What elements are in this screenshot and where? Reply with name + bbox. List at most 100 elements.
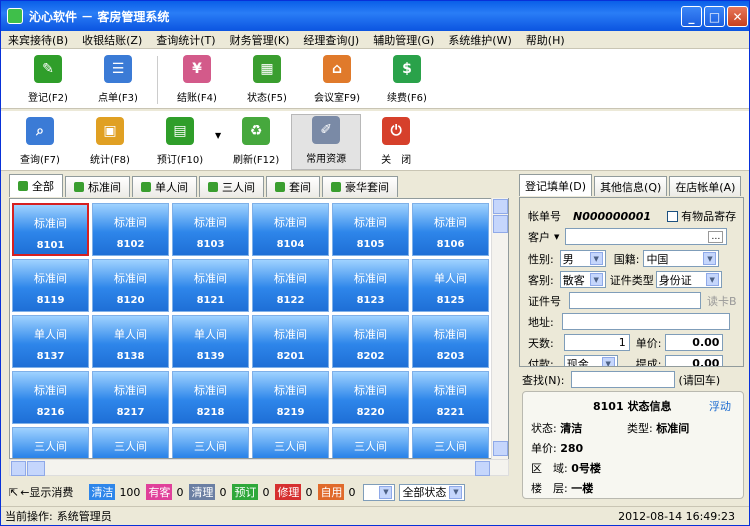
room-tile[interactable]: 标准间 8105 — [332, 203, 409, 256]
status-filter-select[interactable]: 全部状态 ▼ — [399, 483, 466, 501]
gender-select[interactable]: 男 ▼ — [559, 250, 606, 267]
id-type-select[interactable]: 身份证 ▼ — [655, 271, 722, 288]
status-button[interactable]: ▦ 状态(F5) — [232, 52, 302, 108]
scroll-up-arrow[interactable] — [493, 199, 508, 214]
menu-system[interactable]: 系统维护(W) — [441, 32, 518, 48]
room-tile[interactable]: 标准间 8119 — [12, 259, 89, 312]
tab-all[interactable]: 全部 — [9, 174, 63, 197]
renew-button[interactable]: $ 续费(F6) — [372, 52, 442, 108]
menu-query-stats[interactable]: 查询统计(T) — [149, 32, 222, 48]
menu-help[interactable]: 帮助(H) — [519, 32, 572, 48]
minimize-button[interactable]: _ — [681, 6, 702, 27]
nation-select[interactable]: 中国 ▼ — [643, 250, 720, 267]
room-tile[interactable]: 标准间 8123 — [332, 259, 409, 312]
room-tile[interactable]: 三人间 — [12, 427, 89, 458]
read-card-button[interactable]: 读卡B — [707, 293, 737, 309]
hscroll-thumb[interactable] — [27, 461, 45, 476]
room-tile[interactable]: 三人间 — [172, 427, 249, 458]
info-float-link[interactable]: 浮动 — [709, 398, 731, 414]
checkout-button[interactable]: ¥ 结账(F4) — [162, 52, 232, 108]
scroll-right-arrow[interactable] — [475, 461, 490, 476]
room-tile[interactable]: 标准间 8101 — [12, 203, 89, 256]
room-grid-hscroll[interactable] — [9, 459, 509, 476]
scroll-down-arrow[interactable] — [493, 441, 508, 456]
tab-deluxe-suite[interactable]: 豪华套间 — [322, 176, 398, 197]
room-tile[interactable]: 标准间 8220 — [332, 371, 409, 424]
scroll-thumb[interactable] — [493, 215, 508, 233]
legend-repair[interactable]: 修理 — [275, 484, 302, 500]
refresh-button[interactable]: ♻ 刷新(F12) — [221, 114, 291, 170]
query-button[interactable]: ⌕ 查询(F7) — [5, 114, 75, 170]
scroll-left-arrow[interactable] — [11, 461, 26, 476]
tab-other-info[interactable]: 其他信息(Q) — [594, 176, 668, 196]
room-tile[interactable]: 标准间 8201 — [252, 315, 329, 368]
room-tile[interactable]: 单人间 8125 — [412, 259, 489, 312]
expand-icon[interactable]: ⇱ — [9, 486, 18, 499]
room-tile[interactable]: 标准间 8122 — [252, 259, 329, 312]
menu-aux[interactable]: 辅助管理(G) — [366, 32, 441, 48]
room-tile[interactable]: 单人间 8138 — [92, 315, 169, 368]
customer-input[interactable]: … — [565, 228, 728, 245]
room-tile[interactable]: 单人间 8137 — [12, 315, 89, 368]
legend-clean[interactable]: 清洁 — [89, 484, 116, 500]
menu-manager-query[interactable]: 经理查询(J) — [296, 32, 366, 48]
address-input[interactable] — [561, 313, 730, 330]
legend-select[interactable]: ▼ — [363, 483, 396, 501]
menu-reception[interactable]: 来宾接待(B) — [1, 32, 75, 48]
show-consume-link[interactable]: ←显示消费 — [20, 484, 73, 500]
days-stepper[interactable]: 1 — [563, 334, 630, 351]
legend-repair-count: 0 — [305, 485, 313, 499]
room-tile[interactable]: 标准间 8202 — [332, 315, 409, 368]
tab-triple[interactable]: 三人间 — [199, 176, 264, 197]
room-tile[interactable]: 标准间 8203 — [412, 315, 489, 368]
legend-reserved[interactable]: 预订 — [232, 484, 259, 500]
room-tile[interactable]: 标准间 8216 — [12, 371, 89, 424]
resources-button[interactable]: ✐ 常用资源 — [291, 114, 362, 170]
maximize-button[interactable]: □ — [704, 6, 725, 27]
room-tile[interactable]: 标准间 8219 — [252, 371, 329, 424]
room-tile[interactable]: 三人间 — [92, 427, 169, 458]
legend-self-use[interactable]: 自用 — [318, 484, 345, 500]
room-tile[interactable]: 标准间 8121 — [172, 259, 249, 312]
deposit-checkbox[interactable] — [667, 210, 679, 222]
guest-type-select[interactable]: 散客 ▼ — [559, 271, 606, 288]
id-number-input[interactable] — [569, 292, 701, 309]
tab-suite[interactable]: 套间 — [266, 176, 320, 197]
statistics-button[interactable]: ▣ 统计(F8) — [75, 114, 145, 170]
room-tile[interactable]: 标准间 8217 — [92, 371, 169, 424]
menu-finance[interactable]: 财务管理(K) — [223, 32, 297, 48]
legend-occupied[interactable]: 有客 — [146, 484, 173, 500]
room-tile[interactable]: 三人间 — [332, 427, 409, 458]
room-tile[interactable]: 标准间 8104 — [252, 203, 329, 256]
room-tile[interactable]: 三人间 — [412, 427, 489, 458]
price-input[interactable]: 0.00 — [665, 334, 724, 351]
order-button[interactable]: ☰ 点单(F3) — [83, 52, 153, 108]
tab-single[interactable]: 单人间 — [132, 176, 197, 197]
room-tile[interactable]: 标准间 8103 — [172, 203, 249, 256]
more-icon[interactable]: … — [708, 230, 724, 243]
menu-cashier[interactable]: 收银结账(Z) — [75, 32, 149, 48]
legend-cleaning[interactable]: 清理 — [189, 484, 216, 500]
commission-input[interactable]: 0.00 — [665, 355, 724, 366]
reserve-button[interactable]: ▤ 预订(F10) — [145, 114, 215, 170]
room-tile[interactable]: 标准间 8221 — [412, 371, 489, 424]
refresh-icon: ♻ — [242, 117, 271, 145]
room-tile[interactable]: 标准间 8120 — [92, 259, 169, 312]
meeting-room-button[interactable]: ⌂ 会议室F9) — [302, 52, 372, 108]
close-button[interactable]: ✕ — [727, 6, 748, 27]
room-tile[interactable]: 单人间 8139 — [172, 315, 249, 368]
search-input[interactable] — [570, 371, 675, 388]
pay-select[interactable]: 现金 ▼ — [563, 355, 618, 366]
room-grid-vscroll[interactable] — [491, 198, 508, 459]
register-button[interactable]: ✎ 登记(F2) — [13, 52, 83, 108]
room-tile[interactable]: 三人间 — [252, 427, 329, 458]
exit-button[interactable]: ⏻ 关 闭 — [361, 114, 431, 170]
tab-in-house-bill[interactable]: 在店帐单(A) — [669, 176, 742, 196]
room-tile[interactable]: 标准间 8218 — [172, 371, 249, 424]
room-tile[interactable]: 标准间 8102 — [92, 203, 169, 256]
tab-register-form[interactable]: 登记填单(D) — [519, 174, 593, 196]
order-label: 点单(F3) — [98, 93, 138, 104]
room-tile[interactable]: 标准间 8106 — [412, 203, 489, 256]
customer-dropdown-icon[interactable]: ▼ — [554, 233, 559, 241]
tab-standard[interactable]: 标准间 — [65, 176, 130, 197]
